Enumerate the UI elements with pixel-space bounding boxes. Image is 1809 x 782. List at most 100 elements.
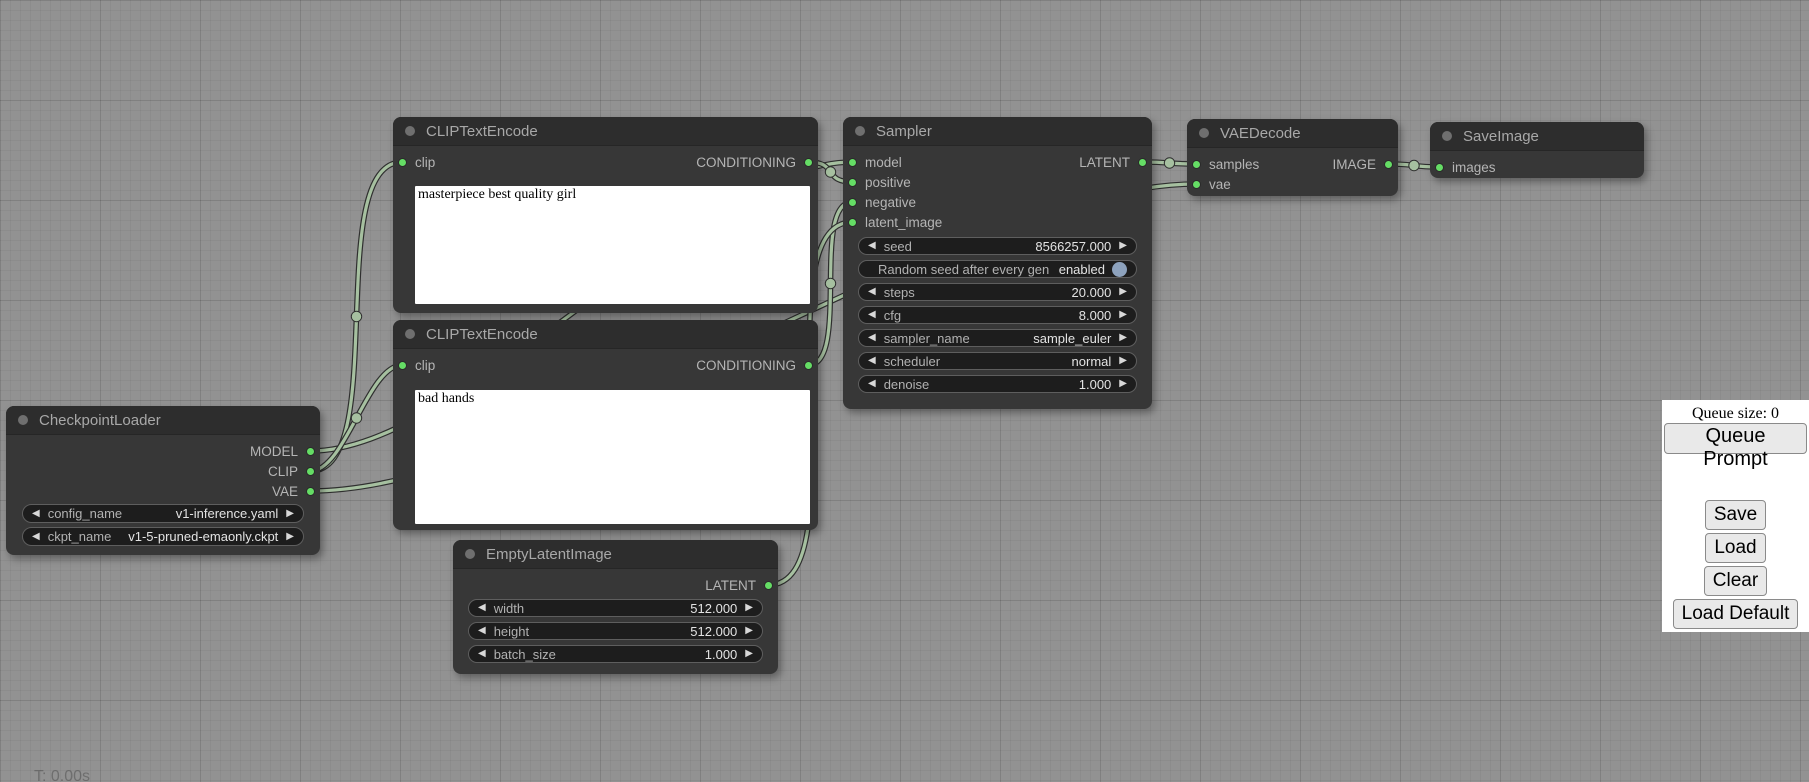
node-empty-latent-image[interactable]: EmptyLatentImage LATENT ◀ width 512.000 … (453, 540, 778, 674)
increment-arrow-icon[interactable]: ▶ (745, 626, 753, 636)
widget-width[interactable]: ◀ width 512.000 ▶ (468, 599, 763, 617)
node-title-bar[interactable]: SaveImage (1430, 122, 1644, 151)
node-title: CLIPTextEncode (426, 123, 538, 140)
widget-scheduler[interactable]: ◀ scheduler normal ▶ (858, 352, 1137, 370)
collapse-dot-icon[interactable] (855, 126, 865, 136)
output-port-dot[interactable] (1384, 160, 1393, 169)
widget-random-seed-toggle[interactable]: Random seed after every gen enabled (858, 260, 1137, 278)
input-port-dot[interactable] (1192, 160, 1201, 169)
node-title-bar[interactable]: CLIPTextEncode (393, 117, 818, 146)
widget-batch-size[interactable]: ◀ batch_size 1.000 ▶ (468, 645, 763, 663)
output-port-dot[interactable] (804, 361, 813, 370)
decrement-arrow-icon[interactable]: ◀ (868, 287, 876, 297)
node-checkpoint-loader[interactable]: CheckpointLoader MODEL CLIP VAE (6, 406, 320, 555)
input-label: clip (415, 358, 435, 373)
toggle-knob-icon[interactable] (1112, 262, 1127, 277)
output-port-dot[interactable] (306, 447, 315, 456)
widget-height[interactable]: ◀ height 512.000 ▶ (468, 622, 763, 640)
collapse-dot-icon[interactable] (405, 329, 415, 339)
collapse-dot-icon[interactable] (18, 415, 28, 425)
node-title-bar[interactable]: Sampler (843, 117, 1152, 146)
node-title-bar[interactable]: VAEDecode (1187, 119, 1398, 148)
increment-arrow-icon[interactable]: ▶ (1119, 356, 1127, 366)
decrement-arrow-icon[interactable]: ◀ (868, 379, 876, 389)
input-label: images (1452, 160, 1496, 175)
increment-arrow-icon[interactable]: ▶ (286, 532, 294, 542)
node-title: Sampler (876, 123, 932, 140)
output-label: CONDITIONING (696, 155, 796, 170)
widget-denoise[interactable]: ◀ denoise 1.000 ▶ (858, 375, 1137, 393)
load-default-button[interactable]: Load Default (1673, 599, 1799, 629)
node-title-bar[interactable]: EmptyLatentImage (453, 540, 778, 569)
queue-prompt-button[interactable]: Queue Prompt (1664, 423, 1807, 454)
port-row: vae (1187, 174, 1398, 194)
node-save-image[interactable]: SaveImage images (1430, 122, 1644, 178)
increment-arrow-icon[interactable]: ▶ (286, 509, 294, 519)
widget-seed[interactable]: ◀ seed 8566257.000 ▶ (858, 237, 1137, 255)
widget-sampler-name[interactable]: ◀ sampler_name sample_euler ▶ (858, 329, 1137, 347)
input-port-dot[interactable] (1192, 180, 1201, 189)
output-label: IMAGE (1332, 157, 1376, 172)
increment-arrow-icon[interactable]: ▶ (1119, 310, 1127, 320)
node-title-bar[interactable]: CLIPTextEncode (393, 320, 818, 349)
input-label: samples (1209, 157, 1259, 172)
decrement-arrow-icon[interactable]: ◀ (868, 356, 876, 366)
widget-ckpt-name[interactable]: ◀ ckpt_name v1-5-pruned-emaonly.ckpt ▶ (22, 527, 304, 546)
increment-arrow-icon[interactable]: ▶ (1119, 333, 1127, 343)
node-sampler[interactable]: Sampler model LATENT positive (843, 117, 1152, 409)
node-title: EmptyLatentImage (486, 546, 612, 563)
load-button[interactable]: Load (1705, 533, 1765, 563)
graph-canvas[interactable]: T: 0.00s CheckpointLoader MODEL CLIP (0, 0, 1809, 782)
save-button[interactable]: Save (1705, 500, 1766, 530)
positive-prompt-textarea[interactable]: masterpiece best quality girl (415, 186, 810, 304)
node-title: SaveImage (1463, 128, 1539, 145)
port-row: samples IMAGE (1187, 154, 1398, 174)
output-port-dot[interactable] (1138, 158, 1147, 167)
port-row: clip CONDITIONING (393, 355, 818, 375)
collapse-dot-icon[interactable] (1442, 131, 1452, 141)
increment-arrow-icon[interactable]: ▶ (1119, 379, 1127, 389)
widget-cfg[interactable]: ◀ cfg 8.000 ▶ (858, 306, 1137, 324)
decrement-arrow-icon[interactable]: ◀ (868, 333, 876, 343)
port-row: LATENT (453, 575, 778, 595)
node-clip-text-encode-positive[interactable]: CLIPTextEncode clip CONDITIONING masterp… (393, 117, 818, 313)
output-label: LATENT (705, 578, 756, 593)
clear-button[interactable]: Clear (1704, 566, 1767, 596)
increment-arrow-icon[interactable]: ▶ (745, 649, 753, 659)
decrement-arrow-icon[interactable]: ◀ (478, 603, 486, 613)
decrement-arrow-icon[interactable]: ◀ (32, 532, 40, 542)
decrement-arrow-icon[interactable]: ◀ (868, 241, 876, 251)
node-clip-text-encode-negative[interactable]: CLIPTextEncode clip CONDITIONING bad han… (393, 320, 818, 530)
node-title: VAEDecode (1220, 125, 1301, 142)
output-label: LATENT (1079, 155, 1130, 170)
input-port-dot[interactable] (848, 218, 857, 227)
output-port-dot[interactable] (764, 581, 773, 590)
port-row: images (1430, 157, 1644, 177)
negative-prompt-textarea[interactable]: bad hands (415, 390, 810, 524)
decrement-arrow-icon[interactable]: ◀ (478, 626, 486, 636)
collapse-dot-icon[interactable] (1199, 128, 1209, 138)
input-port-dot[interactable] (398, 361, 407, 370)
input-port-dot[interactable] (848, 158, 857, 167)
output-port-dot[interactable] (306, 487, 315, 496)
increment-arrow-icon[interactable]: ▶ (1119, 241, 1127, 251)
increment-arrow-icon[interactable]: ▶ (745, 603, 753, 613)
input-port-dot[interactable] (848, 198, 857, 207)
node-vae-decode[interactable]: VAEDecode samples IMAGE vae (1187, 119, 1398, 196)
widget-config-name[interactable]: ◀ config_name v1-inference.yaml ▶ (22, 504, 304, 523)
node-title-bar[interactable]: CheckpointLoader (6, 406, 320, 435)
decrement-arrow-icon[interactable]: ◀ (868, 310, 876, 320)
collapse-dot-icon[interactable] (405, 126, 415, 136)
decrement-arrow-icon[interactable]: ◀ (478, 649, 486, 659)
input-port-dot[interactable] (848, 178, 857, 187)
input-port-dot[interactable] (1435, 163, 1444, 172)
output-port-dot[interactable] (306, 467, 315, 476)
collapse-dot-icon[interactable] (465, 549, 475, 559)
node-title: CLIPTextEncode (426, 326, 538, 343)
decrement-arrow-icon[interactable]: ◀ (32, 509, 40, 519)
input-label: negative (865, 195, 916, 210)
input-port-dot[interactable] (398, 158, 407, 167)
output-port-dot[interactable] (804, 158, 813, 167)
widget-steps[interactable]: ◀ steps 20.000 ▶ (858, 283, 1137, 301)
increment-arrow-icon[interactable]: ▶ (1119, 287, 1127, 297)
